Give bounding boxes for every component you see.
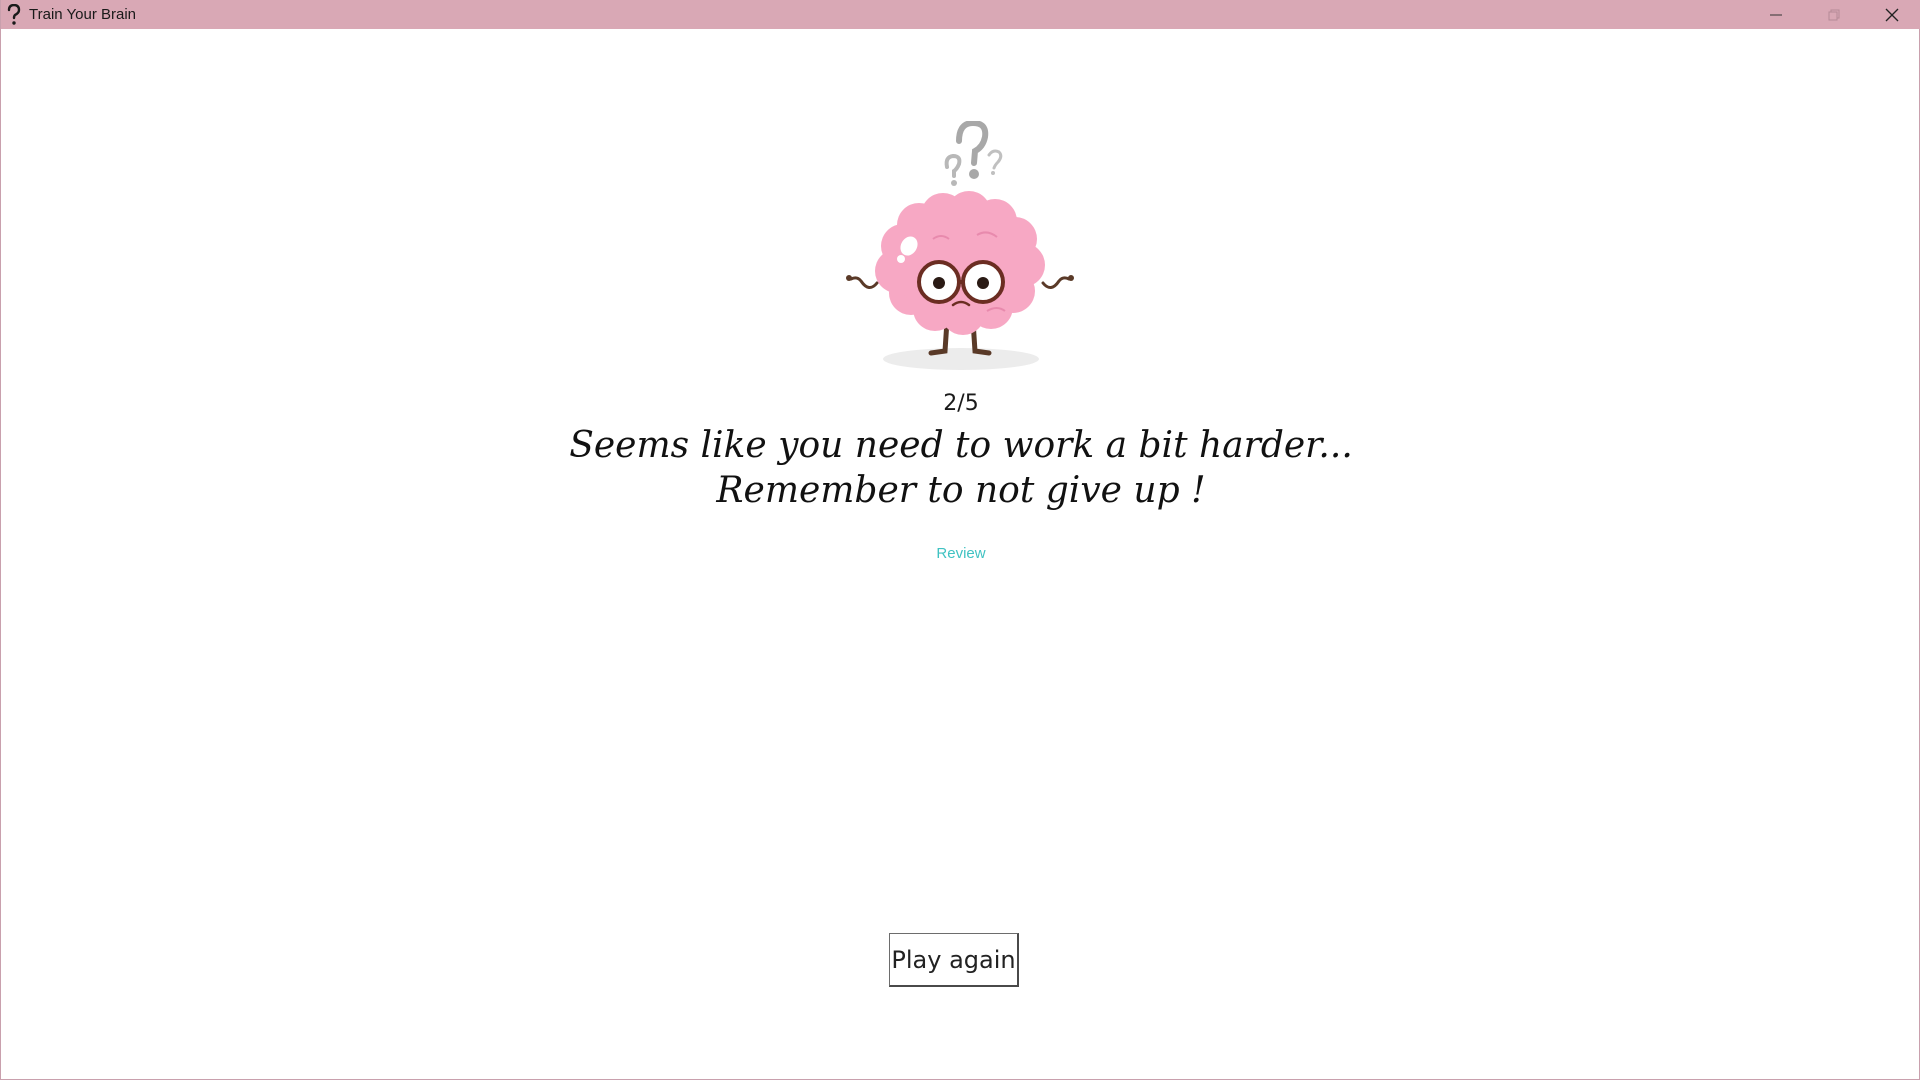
question-mark-icon xyxy=(3,0,25,29)
maximize-icon xyxy=(1828,9,1840,20)
maximize-button[interactable] xyxy=(1805,0,1863,29)
minimize-button[interactable] xyxy=(1747,0,1805,29)
close-button[interactable] xyxy=(1863,0,1920,29)
play-again-button[interactable]: Play again xyxy=(889,933,1019,987)
window-controls xyxy=(1747,0,1920,29)
result-message-line-1: Seems like you need to work a bit harder… xyxy=(569,425,1353,466)
review-link[interactable]: Review xyxy=(936,545,985,562)
window-title: Train Your Brain xyxy=(29,6,137,23)
main-content: 2/5 Seems like you need to work a bit ha… xyxy=(1,29,1920,1080)
minimize-icon xyxy=(1770,14,1782,15)
result-message-line-2: Remember to not give up ! xyxy=(716,470,1206,511)
app-window: Train Your Brain 2/5 Seems like you need… xyxy=(0,0,1920,1080)
result-message: Seems like you need to work a bit harder… xyxy=(1,423,1920,513)
review-link-container: Review xyxy=(1,543,1920,562)
close-icon xyxy=(1885,8,1899,21)
confused-brain-icon xyxy=(846,121,1074,370)
title-bar[interactable]: Train Your Brain xyxy=(1,0,1920,29)
score-label: 2/5 xyxy=(943,391,979,416)
